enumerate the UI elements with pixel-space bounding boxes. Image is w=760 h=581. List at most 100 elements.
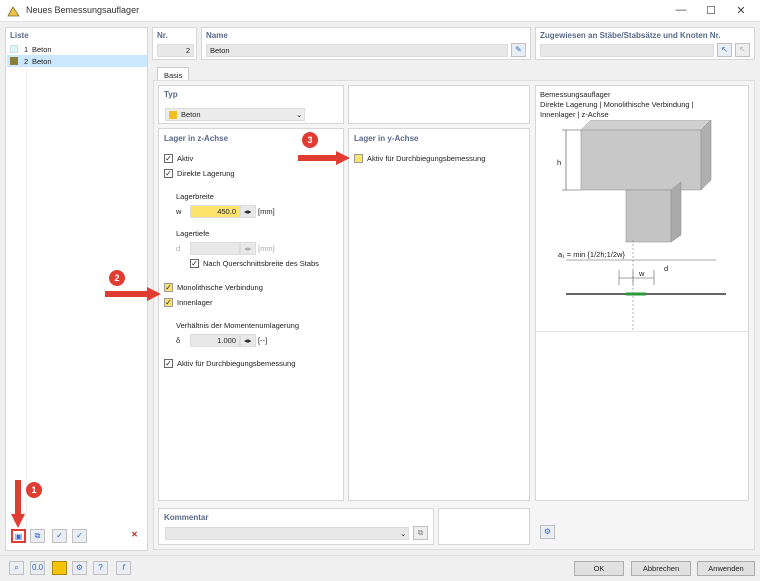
direkt-checkbox[interactable]: ✓ xyxy=(164,169,173,178)
close-button[interactable]: ✕ xyxy=(734,4,748,17)
ok-button[interactable]: OK xyxy=(574,561,624,576)
assigned-field[interactable] xyxy=(540,44,714,57)
select-nodes-icon[interactable]: ↖ xyxy=(735,43,750,57)
innen-label: Innenlager xyxy=(177,298,213,307)
aktiv-label: Aktiv xyxy=(177,154,194,163)
list-header: Liste xyxy=(10,31,29,40)
w-input[interactable]: 450.0 xyxy=(190,205,240,218)
check-all-icon[interactable]: ✓ xyxy=(52,529,67,543)
list-item-label: Beton xyxy=(32,57,52,66)
quer-label: Nach Querschnittsbreite des Stabs xyxy=(203,259,319,268)
typ-color-swatch xyxy=(169,111,177,119)
delta-symbol: δ xyxy=(176,336,181,345)
new-item-icon[interactable]: ▣ xyxy=(11,529,26,543)
typ-select[interactable]: Beton ⌄ xyxy=(165,108,305,121)
name-panel: Name Beton ✎ xyxy=(201,27,531,60)
diagram-line2: Direkte Lagerung | Monolithische Verbind… xyxy=(540,100,694,109)
color-icon[interactable] xyxy=(52,561,67,575)
diagram-w-label: w xyxy=(639,269,645,278)
edit-name-icon[interactable]: ✎ xyxy=(511,43,526,57)
list-item-selected[interactable]: 2 Beton xyxy=(7,55,147,67)
delta-unit: [--] xyxy=(258,336,268,345)
mono-checkbox[interactable]: ✓ xyxy=(164,283,173,292)
typ-value: Beton xyxy=(181,110,201,119)
badge-3: 3 xyxy=(302,132,318,148)
tree-guides xyxy=(26,68,56,528)
kommentar-edit-icon[interactable]: ⧉ xyxy=(413,526,428,540)
window-title: Neues Bemessungsauflager xyxy=(26,5,140,15)
chevron-down-icon: ⌄ xyxy=(400,529,407,538)
aktiv-checkbox[interactable]: ✓ xyxy=(164,154,173,163)
d-unit: [mm] xyxy=(258,244,275,253)
color-swatch xyxy=(10,57,18,65)
mono-label: Monolithische Verbindung xyxy=(177,283,263,292)
durch-y-checkbox[interactable] xyxy=(354,154,363,163)
list-item-num: 1 xyxy=(24,45,29,54)
list-item-num: 2 xyxy=(24,57,29,66)
y-title: Lager in y-Achse xyxy=(354,134,419,143)
diagram-formula: a₁ = min {1/2h;1/2w} xyxy=(558,250,625,259)
apply-button[interactable]: Anwenden xyxy=(697,561,755,576)
w-unit: [mm] xyxy=(258,207,275,216)
quer-checkbox[interactable]: ✓ xyxy=(190,259,199,268)
kommentar-title: Kommentar xyxy=(164,513,209,522)
support-diagram xyxy=(562,120,726,330)
formula-icon[interactable]: f xyxy=(116,561,131,575)
lagertiefe-label: Lagertiefe xyxy=(176,229,210,238)
help-icon[interactable]: ? xyxy=(93,561,108,575)
list-item-label: Beton xyxy=(32,45,52,54)
empty-panel xyxy=(348,85,530,124)
app-icon xyxy=(7,5,20,17)
durch-z-checkbox[interactable]: ✓ xyxy=(164,359,173,368)
d-symbol: d xyxy=(176,244,181,253)
select-members-icon[interactable]: ↖ xyxy=(717,43,732,57)
copy-item-icon[interactable]: ⧉ xyxy=(30,529,45,543)
durch-y-label: Aktiv für Durchbiegungsbemessung xyxy=(367,154,486,163)
delete-icon[interactable]: ✕ xyxy=(127,529,142,543)
chevron-down-icon: ⌄ xyxy=(296,110,303,119)
tab-basis[interactable]: Basis xyxy=(157,67,189,81)
arrow-3 xyxy=(298,151,350,165)
durch-z-label: Aktiv für Durchbiegungsbemessung xyxy=(177,359,296,368)
verh-label: Verhältnis der Momentenumlagerung xyxy=(176,321,299,330)
nr-label: Nr. xyxy=(157,31,168,40)
nr-panel: Nr. 2 xyxy=(152,27,197,60)
settings-icon[interactable]: ⚙ xyxy=(72,561,87,575)
delta-input[interactable]: 1.000 xyxy=(190,334,240,347)
diagram-panel: Bemessungsauflager Direkte Lagerung | Mo… xyxy=(535,85,749,501)
w-spinner[interactable]: ◂▸ xyxy=(240,205,256,218)
diagram-line1: Bemessungsauflager xyxy=(540,90,611,99)
maximize-button[interactable]: ☐ xyxy=(704,4,718,17)
arrow-2 xyxy=(105,287,161,301)
direkt-label: Direkte Lagerung xyxy=(177,169,235,178)
badge-2: 2 xyxy=(109,270,125,286)
minimize-button[interactable]: — xyxy=(674,4,688,16)
cancel-button[interactable]: Abbrechen xyxy=(631,561,691,576)
list-item[interactable]: 1 Beton xyxy=(7,43,147,55)
tab-basis-label: Basis xyxy=(164,71,183,80)
delta-spinner[interactable]: ◂▸ xyxy=(240,334,256,347)
z-title: Lager in z-Achse xyxy=(164,134,229,143)
search-icon[interactable]: ⌕ xyxy=(9,561,24,575)
diagram-settings-icon[interactable]: ⚙ xyxy=(540,525,555,539)
diagram-line3: Innenlager | z-Achse xyxy=(540,110,609,119)
nr-field[interactable]: 2 xyxy=(157,44,194,57)
badge-1: 1 xyxy=(26,482,42,498)
name-label: Name xyxy=(206,31,228,40)
name-field[interactable]: Beton xyxy=(206,44,508,57)
innen-checkbox[interactable]: ✓ xyxy=(164,298,173,307)
title-bar: Neues Bemessungsauflager — ☐ ✕ xyxy=(0,0,760,22)
small-empty-panel xyxy=(438,508,530,545)
diagram-separator xyxy=(536,331,748,332)
kommentar-input[interactable]: ⌄ xyxy=(165,527,409,540)
d-input xyxy=(190,242,240,255)
uncheck-icon[interactable]: ✓ xyxy=(72,529,87,543)
units-icon[interactable]: 0.0 xyxy=(30,561,45,575)
w-symbol: w xyxy=(176,207,182,216)
z-panel: Lager in z-Achse ✓ Aktiv ✓ Direkte Lager… xyxy=(158,128,344,501)
assigned-panel: Zugewiesen an Stäbe/Stabsätze und Knoten… xyxy=(535,27,755,60)
diagram-d-label: d xyxy=(664,264,669,273)
d-spinner: ◂▸ xyxy=(240,242,256,255)
color-swatch xyxy=(10,45,18,53)
typ-panel: Typ Beton ⌄ xyxy=(158,85,344,124)
